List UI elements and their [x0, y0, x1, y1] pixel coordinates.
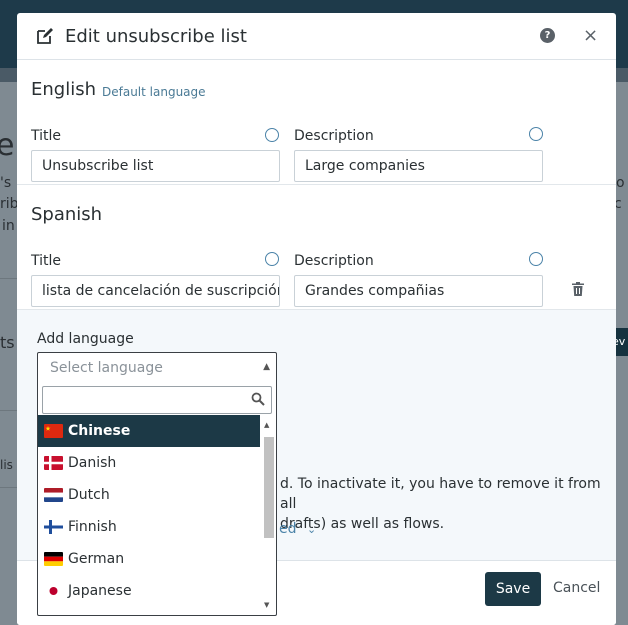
- language-option-label: Danish: [68, 455, 117, 471]
- language-option[interactable]: Japanese: [38, 575, 260, 607]
- background-text: in: [2, 218, 15, 234]
- cancel-button[interactable]: Cancel: [553, 580, 600, 596]
- close-icon[interactable]: ×: [583, 25, 598, 46]
- translate-status-icon[interactable]: [529, 127, 543, 141]
- cn-flag-icon: [44, 424, 63, 438]
- language-option[interactable]: Chinese: [38, 415, 260, 447]
- info-line: d. To inactivate it, you have to remove …: [280, 476, 601, 512]
- nl-flag-icon: [44, 488, 63, 502]
- scroll-up-icon[interactable]: ▲: [264, 421, 269, 429]
- info-line: drafts) as well as flows.: [280, 516, 445, 532]
- background-text: ts: [0, 333, 15, 352]
- title-label: Title: [31, 128, 62, 144]
- language-option-label: Chinese: [68, 423, 131, 439]
- translate-status-icon[interactable]: [265, 128, 279, 142]
- edit-icon: [37, 28, 53, 44]
- language-select-placeholder: Select language: [50, 360, 163, 376]
- title-input[interactable]: Unsubscribe list: [31, 150, 280, 182]
- language-select[interactable]: Select language ▲ Chinese Danish Dutch F…: [37, 352, 277, 616]
- scrollbar-thumb[interactable]: [264, 437, 274, 538]
- modal-header: Edit unsubscribe list ? ×: [17, 13, 616, 60]
- description-input[interactable]: Grandes compañias: [294, 275, 543, 307]
- english-section: English Default language Title Unsubscri…: [17, 73, 616, 185]
- info-text: d. To inactivate it, you have to remove …: [280, 474, 610, 534]
- background-text: lis: [0, 458, 13, 472]
- title-label: Title: [31, 253, 62, 269]
- scroll-down-icon[interactable]: ▼: [264, 601, 269, 609]
- language-option[interactable]: Dutch: [38, 479, 260, 511]
- search-icon: [251, 392, 265, 406]
- background-divider: [0, 410, 18, 411]
- language-option-label: Japanese: [68, 583, 132, 599]
- language-options: Chinese Danish Dutch Finnish German Japa…: [38, 415, 260, 607]
- jp-flag-icon: [44, 584, 63, 598]
- caret-up-icon: ▲: [263, 362, 270, 372]
- language-select-head[interactable]: Select language ▲: [38, 353, 276, 383]
- background-text: 's: [0, 175, 12, 191]
- advanced-link-label: ed: [279, 521, 297, 537]
- save-button[interactable]: Save: [485, 572, 541, 606]
- language-heading: Spanish: [31, 204, 103, 225]
- dk-flag-icon: [44, 456, 63, 470]
- trash-icon[interactable]: [572, 282, 584, 296]
- default-language-tag: Default language: [102, 85, 206, 99]
- spanish-section: Spanish Title lista de cancelación de su…: [17, 198, 616, 310]
- modal-title: Edit unsubscribe list: [65, 26, 247, 47]
- dropdown-scrollbar[interactable]: ▲ ▼: [262, 417, 274, 611]
- advanced-link[interactable]: ed ⌄: [279, 521, 316, 537]
- language-search-input[interactable]: [42, 386, 272, 414]
- language-option-label: Dutch: [68, 487, 110, 503]
- fi-flag-icon: [44, 520, 63, 534]
- translate-status-icon[interactable]: [265, 252, 279, 266]
- title-input[interactable]: lista de cancelación de suscripción: [31, 275, 280, 307]
- description-input[interactable]: Large companies: [294, 150, 543, 182]
- language-option[interactable]: German: [38, 543, 260, 575]
- description-label: Description: [294, 128, 374, 144]
- de-flag-icon: [44, 552, 63, 566]
- background-text: o: [616, 175, 625, 191]
- add-language-label: Add language: [37, 331, 134, 347]
- language-option-label: Finnish: [68, 519, 117, 535]
- chevron-down-icon: ⌄: [306, 523, 317, 536]
- description-label: Description: [294, 253, 374, 269]
- language-heading: English: [31, 79, 96, 100]
- background-divider: [0, 278, 18, 279]
- language-option-label: German: [68, 551, 125, 567]
- background-divider: [0, 487, 18, 488]
- help-icon[interactable]: ?: [540, 28, 555, 43]
- language-option[interactable]: Danish: [38, 447, 260, 479]
- background-text: e: [0, 128, 15, 163]
- translate-status-icon[interactable]: [529, 252, 543, 266]
- language-option[interactable]: Finnish: [38, 511, 260, 543]
- background-text: rib: [0, 196, 19, 212]
